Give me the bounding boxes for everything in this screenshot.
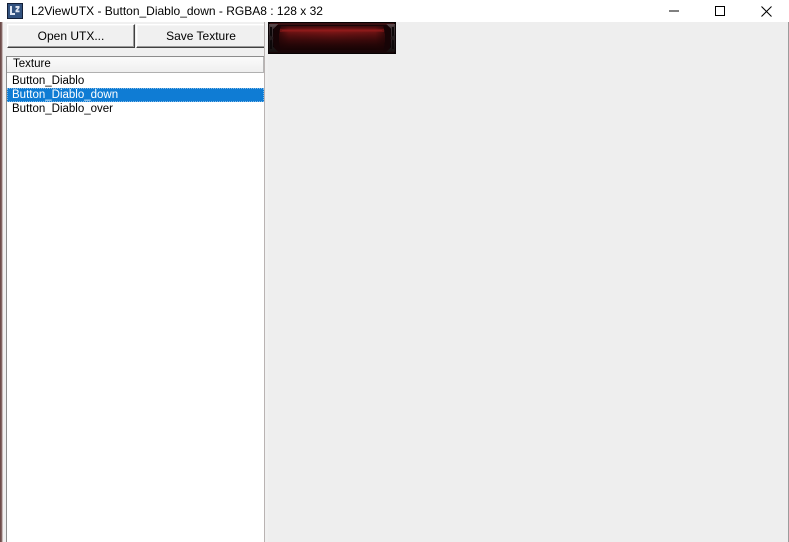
minimize-button[interactable] bbox=[651, 0, 697, 22]
list-header-row: Texture bbox=[7, 57, 264, 73]
client-area: Open UTX... Save Texture Texture Button_… bbox=[0, 22, 789, 542]
title-bar[interactable]: L2ViewUTX - Button_Diablo_down - RGBA8 :… bbox=[0, 0, 789, 22]
close-button[interactable] bbox=[743, 0, 789, 22]
minimize-icon bbox=[668, 5, 680, 17]
texture-preview-pane bbox=[268, 22, 789, 542]
list-item[interactable]: Button_Diablo_over bbox=[7, 102, 264, 116]
close-icon bbox=[760, 5, 773, 18]
save-texture-button[interactable]: Save Texture bbox=[136, 24, 266, 48]
texture-list[interactable]: Texture Button_Diablo Button_Diablo_down… bbox=[6, 56, 265, 542]
texture-preview-image bbox=[268, 22, 396, 54]
left-pane: Open UTX... Save Texture Texture Button_… bbox=[3, 22, 266, 542]
column-header-texture[interactable]: Texture bbox=[7, 57, 264, 73]
maximize-button[interactable] bbox=[697, 0, 743, 22]
list-body: Button_Diablo Button_Diablo_down Button_… bbox=[7, 73, 264, 116]
application-window: L2ViewUTX - Button_Diablo_down - RGBA8 :… bbox=[0, 0, 789, 542]
maximize-icon bbox=[714, 5, 726, 17]
window-controls bbox=[651, 0, 789, 22]
open-utx-button[interactable]: Open UTX... bbox=[7, 24, 135, 48]
window-title: L2ViewUTX - Button_Diablo_down - RGBA8 :… bbox=[31, 4, 323, 18]
toolbar: Open UTX... Save Texture bbox=[3, 24, 266, 50]
list-item[interactable]: Button_Diablo bbox=[7, 74, 264, 88]
list-item[interactable]: Button_Diablo_down bbox=[7, 88, 264, 102]
l2-app-icon bbox=[7, 3, 23, 19]
